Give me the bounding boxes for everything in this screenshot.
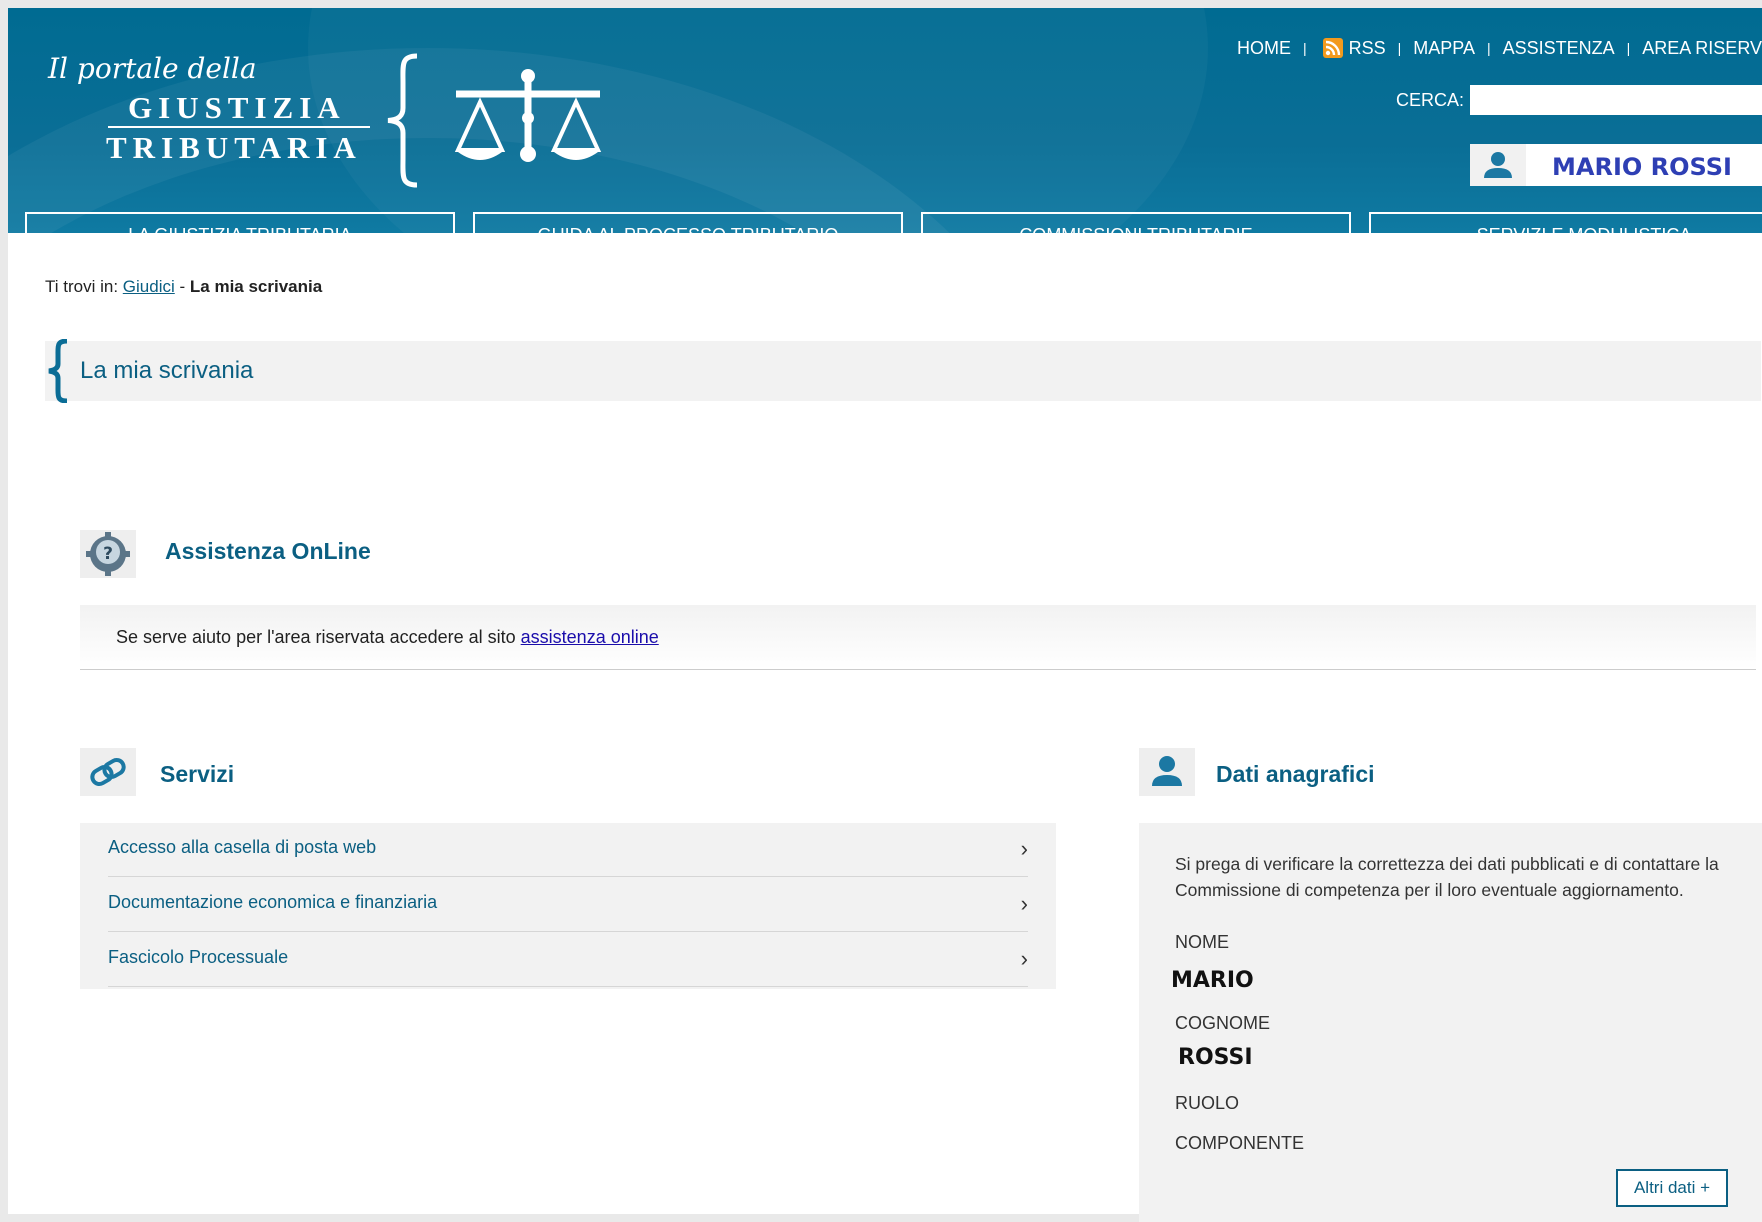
ruolo-value: COMPONENTE xyxy=(1175,1133,1305,1153)
search-label: CERCA: xyxy=(1396,90,1465,110)
ruolo-label: RUOLO xyxy=(1175,1093,1240,1113)
logo-divider xyxy=(108,126,370,128)
servizi-item-label: Documentazione economica e finanziaria xyxy=(108,892,438,912)
top-links: HOME | RSS | MAPPA | ASSISTENZA | AREA R… xyxy=(1236,37,1762,59)
top-link-rss[interactable]: RSS xyxy=(1349,38,1386,59)
servizi-heading: Servizi xyxy=(160,761,235,787)
logo-word-tributaria: TRIBUTARIA xyxy=(106,130,362,165)
cognome-value: ROSSI xyxy=(1178,1045,1253,1070)
chevron-right-icon: › xyxy=(1020,836,1028,861)
search-input[interactable] xyxy=(1470,85,1762,115)
dati-panel: Si prega di verificare la correttezza de… xyxy=(1139,823,1762,1222)
breadcrumb-separator: - xyxy=(179,277,186,296)
chevron-right-icon: › xyxy=(1020,946,1028,971)
assistenza-heading: Assistenza OnLine xyxy=(165,538,371,564)
help-gear-icon: ? xyxy=(86,532,130,576)
main-nav: LA GIUSTIZIA TRIBUTARIA GUIDA AL PROCESS… xyxy=(25,212,1762,257)
servizi-panel: Accesso alla casella di posta web › Docu… xyxy=(80,823,1056,989)
user-icon xyxy=(1484,152,1512,178)
assistenza-online-link[interactable]: assistenza online xyxy=(521,627,659,647)
site-header: Il portale della GIUSTIZIA TRIBUTARIA HO… xyxy=(8,8,1762,233)
top-link-home[interactable]: HOME xyxy=(1237,38,1291,59)
nav-tab-commissioni[interactable]: COMMISSIONI TRIBUTARIE xyxy=(921,212,1351,257)
breadcrumb-link-giudici[interactable]: Giudici xyxy=(123,277,175,296)
servizi-item-posta-web[interactable]: Accesso alla casella di posta web › xyxy=(108,823,1028,877)
brace-icon xyxy=(387,53,418,188)
page-title: La mia scrivania xyxy=(80,357,254,384)
dati-notice: Si prega di verificare la correttezza de… xyxy=(1175,854,1719,900)
dati-heading: Dati anagrafici xyxy=(1216,761,1375,787)
dati-icon-box xyxy=(1139,748,1195,796)
top-link-assistenza[interactable]: ASSISTENZA xyxy=(1503,38,1615,59)
top-link-area-riservata[interactable]: AREA RISERV xyxy=(1642,38,1762,59)
breadcrumb-current: La mia scrivania xyxy=(189,277,323,296)
scales-of-justice-icon xyxy=(454,69,602,162)
servizi-item-fascicolo[interactable]: Fascicolo Processuale › xyxy=(108,933,1028,987)
nav-tab-servizi-modulistica[interactable]: SERVIZI E MODULISTICA xyxy=(1369,212,1762,257)
logo-tagline: Il portale della xyxy=(48,52,257,85)
assistenza-text: Se serve aiuto per l'area riservata acce… xyxy=(116,627,659,648)
svg-text:?: ? xyxy=(103,544,113,564)
chevron-right-icon: › xyxy=(1020,891,1028,916)
servizi-item-documentazione[interactable]: Documentazione economica e finanziaria › xyxy=(108,878,1028,932)
altri-dati-button[interactable]: Altri dati + xyxy=(1616,1169,1728,1207)
nome-value: MARIO xyxy=(1171,968,1254,993)
logo-word-giustizia: GIUSTIZIA xyxy=(128,90,346,125)
link-icon xyxy=(90,758,126,786)
assistenza-message: Se serve aiuto per l'area riservata acce… xyxy=(116,627,516,647)
breadcrumb: Ti trovi in: Giudici - La mia scrivania xyxy=(45,277,322,297)
servizi-item-label: Fascicolo Processuale xyxy=(108,947,289,967)
breadcrumb-prefix: Ti trovi in: xyxy=(45,277,119,296)
user-box[interactable]: MARIO ROSSI xyxy=(1470,144,1762,186)
brace-icon xyxy=(48,339,68,403)
servizi-icon-box xyxy=(80,748,136,796)
top-link-mappa[interactable]: MAPPA xyxy=(1413,38,1475,59)
assistenza-icon-box: ? xyxy=(80,530,136,578)
user-name: MARIO ROSSI xyxy=(1552,153,1732,181)
servizi-item-label: Accesso alla casella di posta web xyxy=(108,837,377,857)
nav-tab-guida-processo[interactable]: GUIDA AL PROCESSO TRIBUTARIO xyxy=(473,212,903,257)
page-title-bar: La mia scrivania xyxy=(45,339,1761,403)
nome-label: NOME xyxy=(1175,932,1229,952)
cognome-label: COGNOME xyxy=(1175,1013,1271,1033)
rss-icon[interactable] xyxy=(1322,38,1343,58)
assistenza-panel: Se serve aiuto per l'area riservata acce… xyxy=(80,605,1756,670)
nav-tab-giustizia-tributaria[interactable]: LA GIUSTIZIA TRIBUTARIA xyxy=(25,212,455,257)
user-icon xyxy=(1152,756,1182,786)
